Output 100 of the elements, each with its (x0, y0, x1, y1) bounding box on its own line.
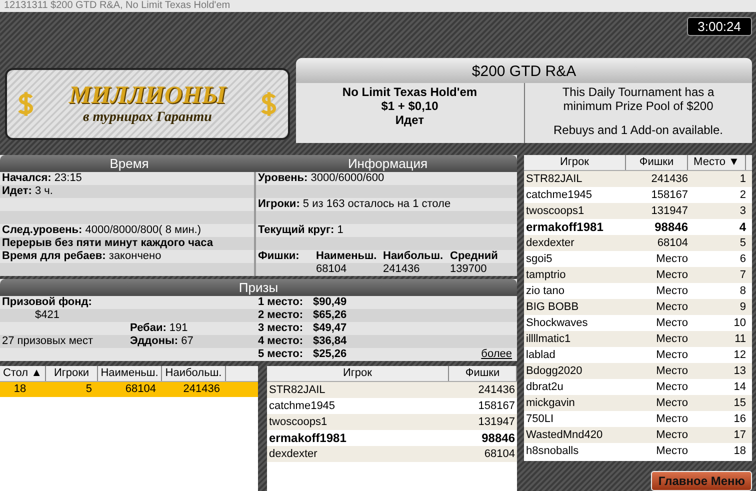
player-name: Shockwaves (526, 316, 589, 331)
player-name: Bdogg2020 (526, 364, 584, 379)
player-chips: Место (626, 347, 688, 363)
tournament-status: Идет (395, 113, 424, 127)
column-header[interactable]: Игрок (524, 155, 626, 170)
chips-value: 68104 (316, 263, 348, 276)
game-type: No Limit Texas Hold'em (342, 85, 478, 99)
column-header[interactable]: Наибольш. (162, 366, 226, 381)
player-chips: 131947 (451, 414, 515, 430)
prize-place-label: 4 место: (258, 335, 304, 348)
paid-places-text: 27 призовых мест (2, 335, 94, 348)
column-header[interactable]: Стол ▲ (0, 366, 46, 381)
player-name: illllmatic1 (526, 332, 572, 347)
prize-amount: $90,49 (313, 296, 347, 309)
info-text: Начался: 23:15 (2, 172, 82, 185)
more-link[interactable]: более (481, 348, 512, 361)
table-cell-text: 68104 (124, 382, 157, 397)
player-name: WastedMnd420 (526, 428, 604, 443)
chips-heading: Наибольш. (383, 250, 444, 263)
player-chips: Место (626, 379, 688, 395)
player-place: 14 (732, 380, 746, 395)
player-name: h8snoballs (526, 444, 580, 459)
prize-place-label: 5 место: (258, 348, 304, 361)
info-text: Уровень: 3000/6000/600 (258, 172, 384, 185)
player-chips: 158167 (626, 187, 688, 203)
player-place: 11 (734, 332, 746, 347)
table-cell-text: 18 (12, 382, 28, 397)
player-chips: 241436 (626, 171, 688, 187)
player-chips: 98846 (626, 219, 688, 235)
banner-title: МИЛЛИОНЫ (68, 82, 226, 110)
player-place: 18 (732, 444, 746, 459)
table-row[interactable]: 18 5 68104 241436 (0, 382, 258, 397)
info-text: Текущий круг: 1 (258, 224, 344, 237)
column-header[interactable]: Игроки (46, 366, 98, 381)
prize-place-label: 3 место: (258, 322, 304, 335)
player-chips: Место (626, 283, 688, 299)
tournament-description: This Daily Tournament has a minimum Prize Pool of $200 (561, 85, 716, 113)
panel-title: Время (108, 155, 150, 172)
prize-place-label: 2 место: (258, 309, 304, 322)
prize-pool-label: Призовой фонд: (2, 296, 92, 309)
info-text: След.уровень: 4000/8000/800( 8 мин.) (2, 224, 202, 237)
player-name: ermakoff1981 (269, 430, 348, 446)
chips-heading: Средний (450, 250, 499, 263)
player-chips: Место (626, 267, 688, 283)
chips-value: 139700 (450, 263, 488, 276)
player-place: 5 (738, 236, 746, 251)
player-chips: Место (626, 443, 688, 459)
player-name: BIG BOBB (526, 300, 580, 315)
prize-pool-value: $421 (34, 309, 60, 322)
player-chips: Место (626, 427, 688, 443)
panel-title: Призы (238, 279, 278, 296)
prize-amount: $65,26 (313, 309, 347, 322)
player-name: 750LI (526, 412, 555, 427)
column-header[interactable]: Игрок (267, 366, 449, 381)
banner-subtitle: в турнирах Гаранти (83, 110, 212, 126)
tournament-title: $200 GTD R&A (296, 58, 752, 83)
player-name: twoscoops1 (526, 204, 586, 219)
player-chips: Место (626, 395, 688, 411)
prize-amount: $49,47 (313, 322, 347, 335)
player-name: mickgavin (526, 396, 576, 411)
player-chips: Место (626, 363, 688, 379)
info-text: Перерыв без пяти минут каждого часа (2, 237, 213, 250)
info-text: Игроки: 5 из 163 осталось на 1 столе (258, 198, 451, 211)
tournament-note: Rebuys and 1 Add-on available. (554, 123, 723, 137)
chips-heading: Наименьш. (316, 250, 378, 263)
player-name: ermakoff1981 (526, 219, 604, 235)
player-name: dexdexter (526, 236, 576, 251)
timer: 3:00:24 (686, 17, 752, 36)
player-chips: 98846 (451, 430, 515, 446)
player-name: STR82JAIL (526, 172, 584, 187)
player-name: twoscoops1 (269, 415, 328, 430)
player-chips: 68104 (626, 235, 688, 251)
column-header[interactable]: Наименьш. (98, 366, 162, 381)
player-chips: Место (626, 331, 688, 347)
player-name: catchme1945 (269, 399, 336, 414)
player-chips: 241436 (451, 382, 515, 398)
player-place: 16 (732, 412, 746, 427)
main-menu-button[interactable]: Главное Меню (651, 471, 752, 491)
column-header[interactable]: Фишки (449, 366, 517, 381)
player-name: sgoi5 (526, 252, 554, 267)
buy-in: $1 + $0,10 (381, 99, 438, 113)
column-header[interactable]: Место ▼ (688, 155, 746, 170)
player-chips: 158167 (451, 398, 515, 414)
table-cell-text: 5 (84, 382, 93, 397)
player-chips: 68104 (451, 446, 515, 462)
prize-amount: $36,84 (313, 335, 347, 348)
prize-amount: $25,26 (313, 348, 347, 361)
player-place: 1 (738, 172, 746, 187)
chips-value: 241436 (383, 263, 421, 276)
column-header[interactable]: Фишки (626, 155, 688, 170)
rebuys-text: Ребаи: 191 (130, 322, 188, 335)
player-chips: 131947 (626, 203, 688, 219)
player-name: dexdexter (269, 447, 318, 462)
player-name: lablad (526, 348, 556, 363)
player-chips: Место (626, 251, 688, 267)
panel-title: Информация (346, 155, 429, 172)
player-chips: Место (626, 299, 688, 315)
player-place: 4 (738, 219, 746, 235)
player-name: zio tano (526, 284, 566, 299)
player-chips: Место (626, 411, 688, 427)
